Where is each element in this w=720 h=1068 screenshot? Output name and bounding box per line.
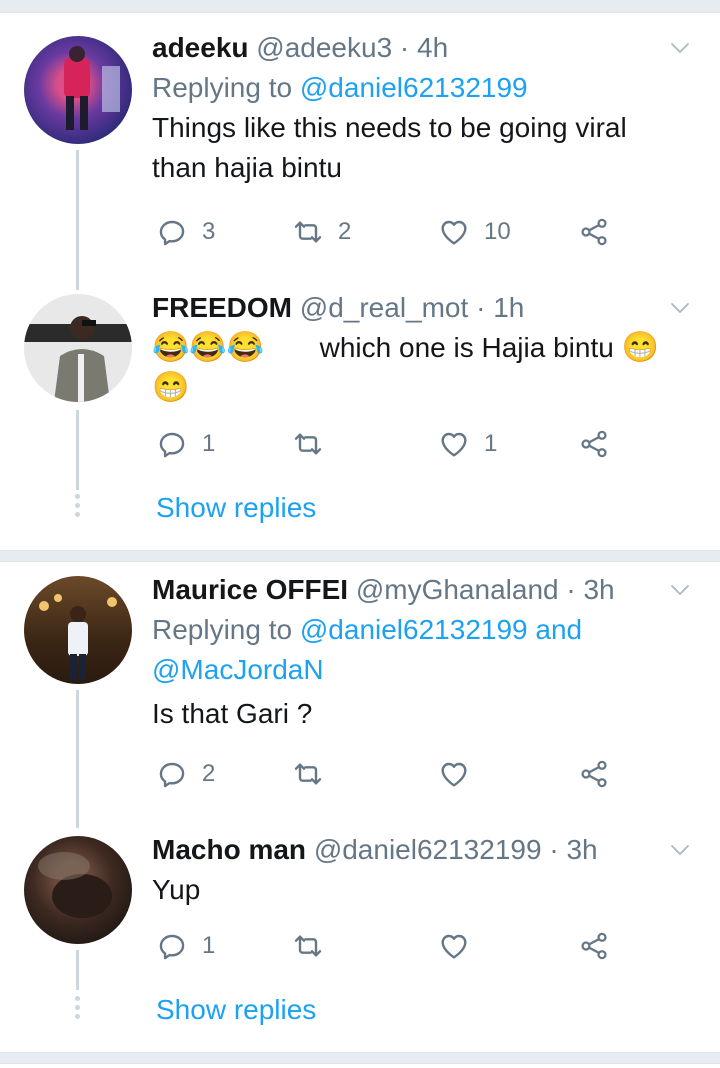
author-handle[interactable]: @d_real_mot bbox=[300, 292, 469, 323]
reply-button[interactable]: 1 bbox=[156, 926, 215, 966]
replying-to: Replying to @daniel62132199 bbox=[152, 68, 696, 108]
reply-icon bbox=[156, 216, 188, 248]
more-replies-dots bbox=[72, 494, 82, 521]
top-divider bbox=[0, 0, 720, 13]
share-icon bbox=[578, 428, 610, 460]
mention-link[interactable]: @daniel62132199 bbox=[300, 72, 528, 103]
tweet-text: Things like this needs to be going viral bbox=[152, 112, 627, 143]
reply-button[interactable]: 1 bbox=[156, 424, 215, 464]
like-button[interactable]: 10 bbox=[438, 212, 511, 252]
author-name[interactable]: adeeku bbox=[152, 32, 249, 63]
share-button[interactable] bbox=[578, 754, 610, 794]
conversation-divider bbox=[0, 1052, 720, 1064]
author-handle[interactable]: @myGhanaland bbox=[356, 574, 559, 605]
share-icon bbox=[578, 758, 610, 790]
tweet-text: Yup bbox=[152, 874, 201, 905]
timestamp[interactable]: 3h bbox=[583, 574, 614, 605]
share-icon bbox=[578, 216, 610, 248]
retweet-button[interactable] bbox=[292, 926, 338, 966]
author-name[interactable]: Maurice OFFEI bbox=[152, 574, 348, 605]
heart-icon bbox=[438, 758, 470, 790]
like-count: 1 bbox=[484, 430, 498, 457]
retweet-icon bbox=[292, 930, 324, 962]
retweet-button[interactable]: 2 bbox=[292, 212, 351, 252]
avatar[interactable] bbox=[24, 36, 132, 144]
timestamp[interactable]: 3h bbox=[566, 834, 597, 865]
tweet-text: Is that Gari ? bbox=[152, 698, 313, 729]
show-replies-link[interactable]: Show replies bbox=[156, 990, 316, 1030]
heart-icon bbox=[438, 216, 470, 248]
author-handle[interactable]: @adeeku3 bbox=[256, 32, 392, 63]
laughing-emoji: 😂😂😂 bbox=[152, 331, 265, 364]
reply-count: 1 bbox=[202, 430, 216, 457]
reply-icon bbox=[156, 428, 188, 460]
thread-line bbox=[76, 950, 79, 990]
share-button[interactable] bbox=[578, 212, 610, 252]
timestamp[interactable]: 1h bbox=[493, 292, 524, 323]
replying-to: Replying to @daniel62132199 and bbox=[152, 610, 696, 650]
retweet-icon bbox=[292, 428, 324, 460]
thread-line bbox=[76, 150, 79, 290]
grin-emoji: 😁 bbox=[152, 371, 190, 404]
separator: · bbox=[566, 574, 576, 605]
reply-count: 3 bbox=[202, 218, 216, 245]
retweet-button[interactable] bbox=[292, 754, 338, 794]
reply-button[interactable]: 3 bbox=[156, 212, 215, 252]
author-handle[interactable]: @daniel62132199 bbox=[314, 834, 542, 865]
retweet-icon bbox=[292, 758, 324, 790]
replying-to-label: Replying to bbox=[152, 614, 293, 645]
timestamp[interactable]: 4h bbox=[417, 32, 448, 63]
author-name[interactable]: Macho man bbox=[152, 834, 306, 865]
like-count: 10 bbox=[484, 218, 511, 245]
mention-link[interactable]: @MacJordaN bbox=[152, 654, 324, 685]
reply-count: 1 bbox=[202, 932, 216, 959]
tweet-actions: 3 2 10 bbox=[152, 212, 632, 252]
avatar[interactable] bbox=[24, 836, 132, 944]
retweet-count: 2 bbox=[338, 218, 352, 245]
reply-icon bbox=[156, 758, 188, 790]
thread-line bbox=[76, 690, 79, 828]
separator: · bbox=[476, 292, 486, 323]
conversation-divider bbox=[0, 550, 720, 562]
grin-emoji: 😁 bbox=[621, 331, 659, 364]
tweet-text: than hajia bintu bbox=[152, 152, 342, 183]
tweet-actions: 1 1 bbox=[152, 424, 632, 464]
avatar[interactable] bbox=[24, 294, 132, 402]
heart-icon bbox=[438, 930, 470, 962]
like-button[interactable]: 1 bbox=[438, 424, 497, 464]
reply-button[interactable]: 2 bbox=[156, 754, 215, 794]
heart-icon bbox=[438, 428, 470, 460]
author-name[interactable]: FREEDOM bbox=[152, 292, 292, 323]
like-button[interactable] bbox=[438, 754, 484, 794]
more-replies-dots bbox=[72, 996, 82, 1023]
avatar[interactable] bbox=[24, 576, 132, 684]
replying-to-label: Replying to bbox=[152, 72, 293, 103]
thread-line bbox=[76, 410, 79, 490]
tweet-text: 😂😂😂 which one is Hajia bintu 😁 bbox=[152, 328, 696, 368]
retweet-icon bbox=[292, 216, 324, 248]
show-replies-link[interactable]: Show replies bbox=[156, 488, 316, 528]
tweet-text-body: which one is Hajia bintu bbox=[319, 332, 614, 363]
share-button[interactable] bbox=[578, 424, 610, 464]
mention-link[interactable]: @daniel62132199 and bbox=[300, 614, 582, 645]
separator: · bbox=[549, 834, 559, 865]
tweet-actions: 2 bbox=[152, 754, 632, 794]
like-button[interactable] bbox=[438, 926, 484, 966]
separator: · bbox=[399, 32, 410, 63]
reply-icon bbox=[156, 930, 188, 962]
tweet-actions: 1 bbox=[152, 926, 632, 966]
reply-count: 2 bbox=[202, 760, 216, 787]
share-button[interactable] bbox=[578, 926, 610, 966]
retweet-button[interactable] bbox=[292, 424, 338, 464]
share-icon bbox=[578, 930, 610, 962]
